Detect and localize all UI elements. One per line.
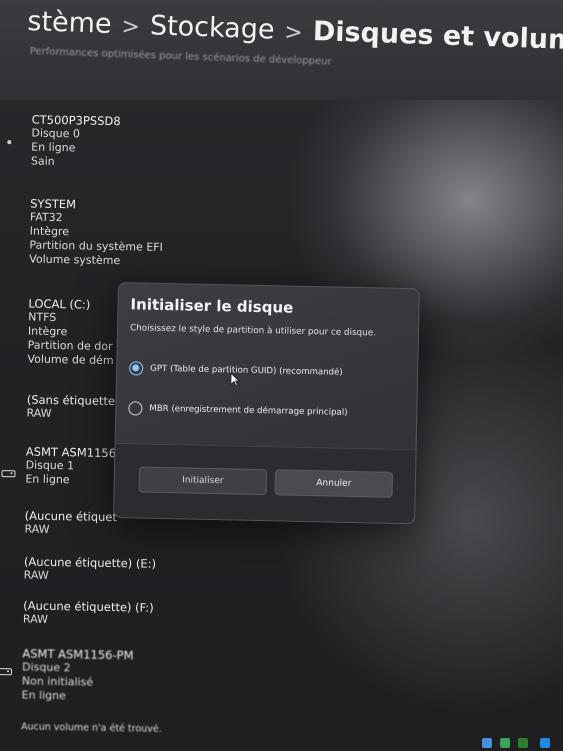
disk-name: CT500P3PSSD8 [31,112,121,129]
disk-item[interactable]: ASMT ASM1156 Disque 1 En ligne [25,445,116,489]
cancel-button[interactable]: Annuler [274,469,394,498]
dialog-title: Initialiser le disque [130,295,294,317]
volume-item[interactable]: LOCAL (C:) NTFS Intègre Partition de dor… [27,297,114,368]
volume-fs: NTFS [28,310,57,325]
volume-health: Intègre [27,324,68,339]
volume-role: Volume de dém [27,352,114,368]
page-subtitle: Performances optimisées pour les scénari… [29,46,332,68]
disk-online: En ligne [21,688,66,703]
volume-fs: RAW [22,612,49,626]
tray-app-icon[interactable] [518,738,528,748]
drive-icon [1,470,16,478]
disk-number: Disque 0 [31,126,81,141]
taskbar-tray [460,736,563,751]
drive-icon [7,140,12,145]
initialize-disk-dialog: Initialiser le disque Choisissez le styl… [113,282,420,525]
dialog-footer: Initialiser Annuler [114,442,416,524]
volume-type: Partition de dor [27,338,113,354]
disk-status: En ligne [31,140,76,155]
disk-name: ASMT ASM1156 [25,444,117,461]
breadcrumb-storage[interactable]: Stockage [149,10,275,45]
volume-item[interactable]: (Aucune étiquet RAW [24,508,117,538]
mbr-option-label: MBR (enregistrement de démarrage princip… [149,403,348,418]
volume-name: LOCAL (C:) [28,296,91,312]
breadcrumb-system[interactable]: stème [27,6,112,40]
drive-icon [0,668,13,676]
page-title: Disques et volumes [312,15,563,58]
tray-app-icon[interactable] [500,738,510,748]
chevron-right-icon: > [121,14,141,40]
volume-fs: RAW [26,406,52,420]
tray-app-icon[interactable] [540,738,550,748]
disk-number: Disque 1 [25,458,75,473]
page-header: stème > Stockage > Disques et volumes Pe… [0,0,563,100]
volume-fs: RAW [24,522,50,536]
mouse-pointer-icon [230,372,240,387]
disk-health: Sain [30,154,55,168]
gpt-option-label: GPT (Table de partition GUID) (recommand… [150,363,343,378]
volume-fs: RAW [23,568,49,582]
disk-item[interactable]: CT500P3PSSD8 Disque 0 En ligne Sain [31,113,121,171]
radio-unselected-icon[interactable] [128,401,143,416]
tray-app-icon[interactable] [482,738,492,748]
dialog-description: Choisissez le style de partition à utili… [129,323,377,339]
empty-message: Aucun volume n'a été trouvé. [20,721,162,735]
disk-status: En ligne [25,472,70,487]
mbr-option[interactable]: MBR (enregistrement de démarrage princip… [128,401,348,420]
initialize-button[interactable]: Initialiser [138,466,268,496]
screen: stème > Stockage > Disques et volumes Pe… [0,0,563,751]
volume-item[interactable]: SYSTEM FAT32 Intègre Partition du systèm… [29,197,164,269]
disk-volume-list: CT500P3PSSD8 Disque 0 En ligne Sain SYST… [0,100,563,735]
radio-selected-icon[interactable] [129,361,144,376]
chevron-right-icon: > [283,19,304,46]
volume-role: Volume système [29,252,121,268]
volume-item[interactable]: (Aucune étiquette) (E:) RAW [24,554,157,584]
disk-item[interactable]: ASMT ASM1156-PM Disque 2 Non initialisé … [21,646,134,704]
volume-item[interactable]: (Sans étiquette) RAW [26,393,119,423]
volume-item[interactable]: (Aucune étiquette) (F:) RAW [23,598,154,628]
